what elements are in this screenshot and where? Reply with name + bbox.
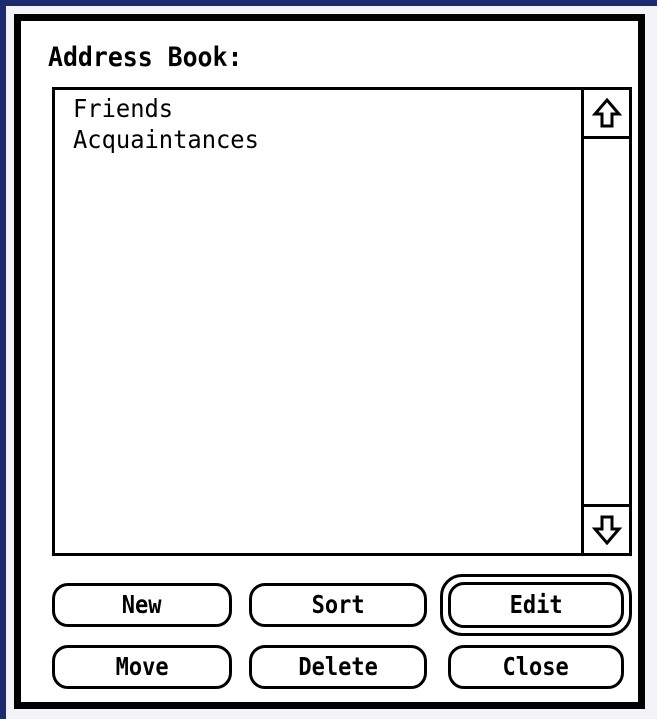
edit-button[interactable]: Edit — [448, 582, 624, 628]
list-items: Friends Acquaintances — [73, 93, 573, 155]
desktop-edge-top — [0, 0, 657, 6]
list-item-friends[interactable]: Friends — [73, 93, 548, 124]
delete-button[interactable]: Delete — [249, 645, 427, 689]
move-button-label: Move — [115, 652, 169, 681]
new-button-label: New — [122, 590, 162, 619]
down-arrow-icon — [591, 515, 622, 546]
close-button[interactable]: Close — [448, 645, 624, 689]
sort-button[interactable]: Sort — [249, 583, 427, 627]
close-button-label: Close — [502, 652, 570, 681]
scroll-down-button[interactable] — [584, 504, 629, 553]
vertical-scrollbar[interactable] — [581, 90, 629, 553]
delete-button-label: Delete — [298, 652, 378, 681]
up-arrow-icon — [591, 97, 622, 128]
address-book-list[interactable]: Friends Acquaintances — [52, 87, 632, 556]
scroll-up-button[interactable] — [584, 90, 629, 139]
move-button[interactable]: Move — [52, 645, 232, 689]
list-item-acquaintances[interactable]: Acquaintances — [73, 124, 548, 155]
sort-button-label: Sort — [311, 590, 365, 619]
new-button[interactable]: New — [52, 583, 232, 627]
desktop-edge-left — [0, 0, 6, 719]
scroll-track[interactable] — [584, 139, 629, 504]
edit-button-label: Edit — [509, 590, 563, 619]
dialog-title: Address Book: — [48, 42, 243, 73]
